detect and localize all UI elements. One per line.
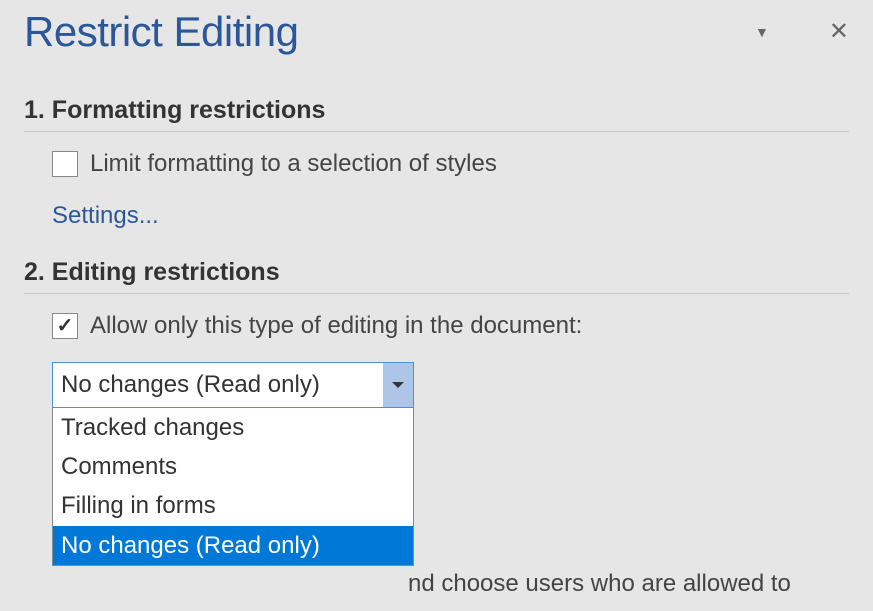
panel-header: Restrict Editing ▼ ✕ (24, 0, 849, 68)
editing-type-select-wrapper: No changes (Read only) Tracked changes C… (52, 362, 414, 408)
restrict-editing-panel: Restrict Editing ▼ ✕ 1. Formatting restr… (0, 0, 873, 408)
settings-link[interactable]: Settings... (52, 202, 159, 230)
formatting-restrictions-section: 1. Formatting restrictions Limit formatt… (24, 96, 849, 230)
select-value: No changes (Read only) (53, 371, 383, 399)
dropdown-item-filling-forms[interactable]: Filling in forms (53, 486, 413, 525)
header-controls: ▼ ✕ (755, 20, 849, 44)
allow-editing-label: Allow only this type of editing in the d… (90, 312, 582, 340)
editing-restrictions-section: 2. Editing restrictions Allow only this … (24, 258, 849, 408)
limit-formatting-checkbox[interactable] (52, 151, 78, 177)
dropdown-item-tracked-changes[interactable]: Tracked changes (53, 408, 413, 447)
close-icon[interactable]: ✕ (829, 20, 849, 44)
limit-formatting-label: Limit formatting to a selection of style… (90, 150, 497, 178)
section-heading-editing: 2. Editing restrictions (24, 258, 849, 294)
allow-editing-checkbox[interactable] (52, 313, 78, 339)
dropdown-item-no-changes[interactable]: No changes (Read only) (53, 526, 413, 565)
panel-options-icon[interactable]: ▼ (755, 24, 769, 40)
editing-type-select[interactable]: No changes (Read only) (52, 362, 414, 408)
dropdown-item-comments[interactable]: Comments (53, 447, 413, 486)
editing-type-dropdown: Tracked changes Comments Filling in form… (52, 408, 414, 566)
exceptions-help-text: nd choose users who are allowed to (408, 570, 791, 598)
panel-title: Restrict Editing (24, 8, 298, 56)
chevron-down-icon[interactable] (383, 363, 413, 407)
limit-formatting-row: Limit formatting to a selection of style… (52, 150, 849, 178)
allow-editing-row: Allow only this type of editing in the d… (52, 312, 849, 340)
section-heading-formatting: 1. Formatting restrictions (24, 96, 849, 132)
